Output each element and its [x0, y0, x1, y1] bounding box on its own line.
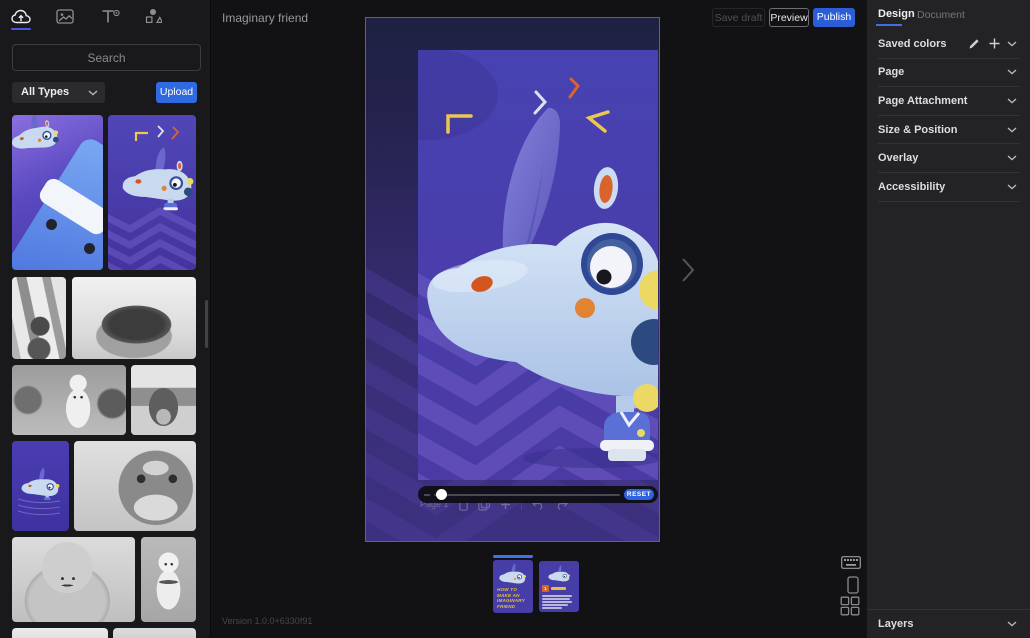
asset-thumbnail-figurines[interactable] — [12, 365, 126, 435]
divider — [878, 201, 1020, 202]
chevron-down-icon[interactable] — [1007, 127, 1017, 133]
chevron-down-icon[interactable] — [1007, 155, 1017, 161]
car-wheel — [84, 243, 95, 254]
thumbnail-text-line — [542, 604, 568, 606]
thumbnail-title-text: HOW TO MAKE AN IMAGINARY FRIEND — [497, 587, 525, 609]
slider-handle[interactable] — [436, 489, 447, 500]
asset-thumbnail-totoro[interactable] — [131, 365, 196, 435]
asset-thumbnail-rhino-small[interactable] — [12, 441, 69, 531]
asset-thumbnail-cat-figurine[interactable] — [141, 537, 196, 622]
asset-panel: All Types Upload — [0, 0, 211, 638]
publish-button[interactable]: Publish — [813, 8, 855, 27]
thumbnail-text-line — [542, 607, 562, 609]
image-adjust-toolbar: RESET — [418, 486, 658, 503]
mini-rhino-illustration — [12, 115, 68, 162]
thumbnail-heading-bar — [551, 587, 566, 590]
tab-design[interactable]: Design — [878, 8, 915, 20]
chevron-down-icon[interactable] — [1007, 41, 1017, 47]
hero-image-layer[interactable] — [418, 50, 658, 480]
shapes-icon[interactable] — [142, 7, 164, 25]
divider — [878, 115, 1020, 116]
asset-thumbnail-partial[interactable] — [12, 628, 108, 638]
asset-thumbnail-car-scene[interactable] — [12, 115, 103, 270]
section-page[interactable]: Page — [878, 66, 904, 78]
next-page-chevron-icon[interactable] — [681, 257, 695, 283]
active-tab-underline — [876, 24, 902, 26]
page-thumbnail-1[interactable]: HOW TO MAKE AN IMAGINARY FRIEND — [493, 560, 533, 613]
search-input[interactable] — [12, 44, 201, 71]
divider — [878, 172, 1020, 173]
squiggles — [132, 123, 182, 145]
divider — [867, 609, 1030, 610]
thumbnail-text-line — [542, 601, 572, 603]
upload-cloud-icon[interactable] — [10, 7, 32, 25]
selected-page-indicator — [493, 555, 533, 558]
rhino-illustration — [418, 50, 658, 480]
mobile-preview-icon[interactable] — [847, 576, 859, 594]
section-accessibility[interactable]: Accessibility — [878, 181, 945, 193]
mini-rhino-illustration — [546, 564, 573, 585]
motion-lines — [16, 497, 64, 519]
chevron-down-icon[interactable] — [1007, 98, 1017, 104]
reset-button[interactable]: RESET — [624, 489, 654, 500]
inspector-panel: Design Document Saved colors Page Page A… — [866, 0, 1030, 638]
thumbnail-text-line — [542, 595, 572, 597]
sidebar-scrollbar[interactable] — [205, 300, 208, 348]
asset-thumbnail-partial[interactable] — [113, 628, 196, 638]
section-page-attachment[interactable]: Page Attachment — [878, 95, 967, 107]
section-layers[interactable]: Layers — [878, 618, 913, 630]
section-size-position[interactable]: Size & Position — [878, 124, 957, 136]
keyboard-shortcuts-icon[interactable] — [841, 556, 861, 569]
type-filter-value: All Types — [21, 86, 69, 98]
thumbnail-text-line — [542, 598, 570, 600]
document-title: Imaginary friend — [222, 11, 308, 25]
divider — [878, 86, 1020, 87]
mini-rhino-illustration — [496, 562, 530, 588]
slider-min-icon — [424, 492, 432, 498]
app-window: All Types Upload — [0, 0, 1030, 638]
chevron-down-icon[interactable] — [1007, 69, 1017, 75]
image-icon[interactable] — [54, 7, 76, 25]
asset-thumbnail-plush-blob[interactable] — [12, 537, 135, 622]
saved-colors-label: Saved colors — [878, 38, 946, 50]
slider-track[interactable] — [434, 494, 620, 496]
asset-thumbnail-sock-monkey[interactable] — [74, 441, 196, 531]
save-draft-button[interactable]: Save draft — [712, 8, 765, 27]
divider — [878, 58, 1020, 59]
edit-pencil-icon[interactable] — [968, 38, 980, 50]
upload-button[interactable]: Upload — [156, 82, 197, 103]
section-overlay[interactable]: Overlay — [878, 152, 918, 164]
asset-thumbnail-rhino[interactable] — [108, 115, 196, 270]
chevron-down-icon[interactable] — [1007, 184, 1017, 190]
chevron-down-icon — [88, 90, 98, 96]
mini-rhino-illustration — [116, 143, 196, 213]
preview-button[interactable]: Preview — [769, 8, 809, 27]
zigzag-pattern — [108, 207, 196, 270]
divider — [878, 143, 1020, 144]
page-thumbnail-2[interactable]: 1 — [539, 561, 579, 612]
asset-thumbnail-wood-monkey[interactable] — [12, 277, 66, 359]
asset-thumbnail-dinosaur[interactable] — [72, 277, 196, 359]
active-tab-underline — [11, 28, 31, 30]
add-plus-icon[interactable] — [988, 37, 1001, 50]
step-number-badge: 1 — [542, 585, 549, 592]
tab-document[interactable]: Document — [917, 9, 965, 21]
grid-view-icon[interactable] — [840, 596, 860, 616]
type-filter-dropdown[interactable]: All Types — [12, 82, 105, 103]
version-label: Version 1.0.0+6330f91 — [222, 616, 312, 626]
chevron-down-icon[interactable] — [1007, 621, 1017, 627]
text-options-icon[interactable] — [99, 7, 121, 25]
artboard-page[interactable]: Page 1 RESET — [366, 18, 659, 541]
